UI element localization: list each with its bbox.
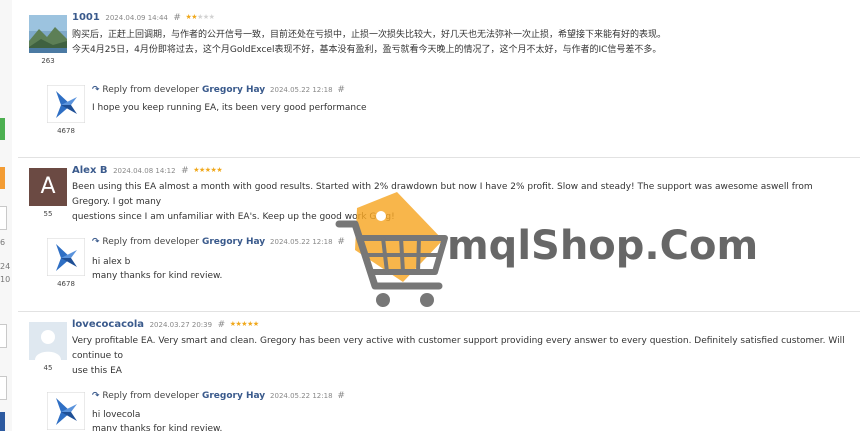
default-user-avatar-icon bbox=[29, 322, 67, 360]
developer-logo-icon bbox=[47, 85, 85, 123]
developer-reply-header: ↷ Reply from developer Gregory Hay 2024.… bbox=[92, 85, 345, 95]
review-text: Very profitable EA. Very smart and clean… bbox=[72, 334, 852, 379]
developer-logo-icon bbox=[47, 392, 85, 430]
developer-name-link[interactable]: Gregory Hay bbox=[202, 391, 265, 401]
avatar-count: 263 bbox=[41, 57, 55, 65]
developer-name-link[interactable]: Gregory Hay bbox=[202, 237, 265, 247]
avatar-count: 4678 bbox=[57, 280, 75, 288]
review-divider bbox=[18, 157, 860, 158]
reply-text-line: many thanks for kind review. bbox=[92, 271, 223, 281]
avatar-count: 45 bbox=[43, 364, 53, 372]
permalink-hash[interactable]: # bbox=[181, 166, 189, 176]
landscape-avatar-icon bbox=[29, 15, 67, 53]
sidebar-box[interactable] bbox=[0, 206, 7, 230]
review-meta: lovecocacola 2024.03.27 20:39 # ★★★★★ bbox=[72, 319, 259, 330]
star-icon: ★ bbox=[208, 13, 215, 21]
reply-text-line: I hope you keep running EA, its been ver… bbox=[92, 103, 367, 113]
permalink-hash[interactable]: # bbox=[337, 237, 345, 247]
star-rating: ★★★★★ bbox=[230, 320, 259, 328]
reply-arrow-icon: ↷ bbox=[92, 237, 100, 247]
sidebar-mark-blue[interactable] bbox=[0, 412, 5, 431]
reply-prefix: Reply from developer bbox=[102, 237, 200, 247]
star-icon: ★ bbox=[216, 166, 223, 174]
review-text-line: Been using this EA almost a month with g… bbox=[72, 182, 813, 207]
reply-arrow-icon: ↷ bbox=[92, 85, 100, 95]
sidebar-box[interactable] bbox=[0, 324, 7, 348]
review-text-line: 购买后，正赶上回调期，与作者的公开信号一致，目前还处在亏损中，止损一次损失比较大… bbox=[72, 30, 667, 40]
reviews-page: 6 24 10 263 1001 2024.04.09 14:44 # ★★★★… bbox=[0, 0, 860, 431]
developer-reply-header: ↷ Reply from developer Gregory Hay 2024.… bbox=[92, 237, 345, 247]
avatar-count: 55 bbox=[43, 210, 53, 218]
reply-date: 2024.05.22 12:18 bbox=[270, 86, 333, 94]
review-divider bbox=[18, 311, 860, 312]
star-icon: ★ bbox=[252, 320, 259, 328]
review-author[interactable]: lovecocacola bbox=[72, 319, 144, 330]
permalink-hash[interactable]: # bbox=[337, 391, 345, 401]
sidebar-mark-green[interactable] bbox=[0, 118, 5, 140]
reply-prefix: Reply from developer bbox=[102, 391, 200, 401]
permalink-hash[interactable]: # bbox=[218, 320, 226, 330]
reply-text-line: hi alex b bbox=[92, 257, 131, 267]
developer-avatar[interactable]: 4678 bbox=[46, 238, 86, 288]
developer-avatar[interactable]: 4678 bbox=[46, 85, 86, 135]
reply-text: I hope you keep running EA, its been ver… bbox=[92, 101, 792, 115]
sidebar-mark-orange[interactable] bbox=[0, 167, 5, 189]
reply-prefix: Reply from developer bbox=[102, 85, 200, 95]
review-date: 2024.04.09 14:44 bbox=[105, 14, 168, 22]
permalink-hash[interactable]: # bbox=[337, 85, 345, 95]
review-text-line: Very profitable EA. Very smart and clean… bbox=[72, 336, 845, 361]
review-meta: Alex B 2024.04.08 14:12 # ★★★★★ bbox=[72, 165, 223, 176]
reply-arrow-icon: ↷ bbox=[92, 391, 100, 401]
avatar-count: 4678 bbox=[57, 127, 75, 135]
avatar-letter: A bbox=[40, 174, 56, 199]
review-meta: 1001 2024.04.09 14:44 # ★★★★★ bbox=[72, 12, 215, 23]
permalink-hash[interactable]: # bbox=[173, 13, 181, 23]
sidebar-number: 24 bbox=[0, 262, 11, 271]
sidebar-number: 6 bbox=[0, 238, 6, 247]
review-text-line: questions since I am unfamiliar with EA'… bbox=[72, 212, 395, 222]
star-rating: ★★★★★ bbox=[186, 13, 215, 21]
developer-logo-icon bbox=[47, 238, 85, 276]
review-text: 购买后，正赶上回调期，与作者的公开信号一致，目前还处在亏损中，止损一次损失比较大… bbox=[72, 28, 852, 58]
review-author[interactable]: Alex B bbox=[72, 165, 108, 176]
reply-text: hi lovecola many thanks for kind review. bbox=[92, 408, 792, 431]
review-avatar[interactable]: 45 bbox=[28, 322, 68, 372]
sidebar-edge: 6 24 10 bbox=[0, 0, 12, 431]
review-avatar[interactable]: 263 bbox=[28, 15, 68, 65]
reply-text-line: many thanks for kind review. bbox=[92, 424, 223, 431]
developer-reply-header: ↷ Reply from developer Gregory Hay 2024.… bbox=[92, 391, 345, 401]
reply-text-line: hi lovecola bbox=[92, 410, 141, 420]
reply-text: hi alex b many thanks for kind review. bbox=[92, 255, 792, 283]
review-text: Been using this EA almost a month with g… bbox=[72, 180, 852, 225]
sidebar-number: 10 bbox=[0, 275, 11, 284]
review-date: 2024.04.08 14:12 bbox=[113, 167, 176, 175]
reply-date: 2024.05.22 12:18 bbox=[270, 238, 333, 246]
review-text-line: 今天4月25日，4月份即将过去，这个月GoldExcel表现不好，基本没有盈利，… bbox=[72, 45, 662, 55]
developer-name-link[interactable]: Gregory Hay bbox=[202, 85, 265, 95]
review-author[interactable]: 1001 bbox=[72, 12, 100, 23]
reply-date: 2024.05.22 12:18 bbox=[270, 392, 333, 400]
sidebar-box[interactable] bbox=[0, 376, 7, 400]
review-text-line: use this EA bbox=[72, 366, 122, 376]
developer-avatar[interactable] bbox=[46, 392, 86, 430]
star-rating: ★★★★★ bbox=[193, 166, 222, 174]
review-date: 2024.03.27 20:39 bbox=[149, 321, 213, 329]
